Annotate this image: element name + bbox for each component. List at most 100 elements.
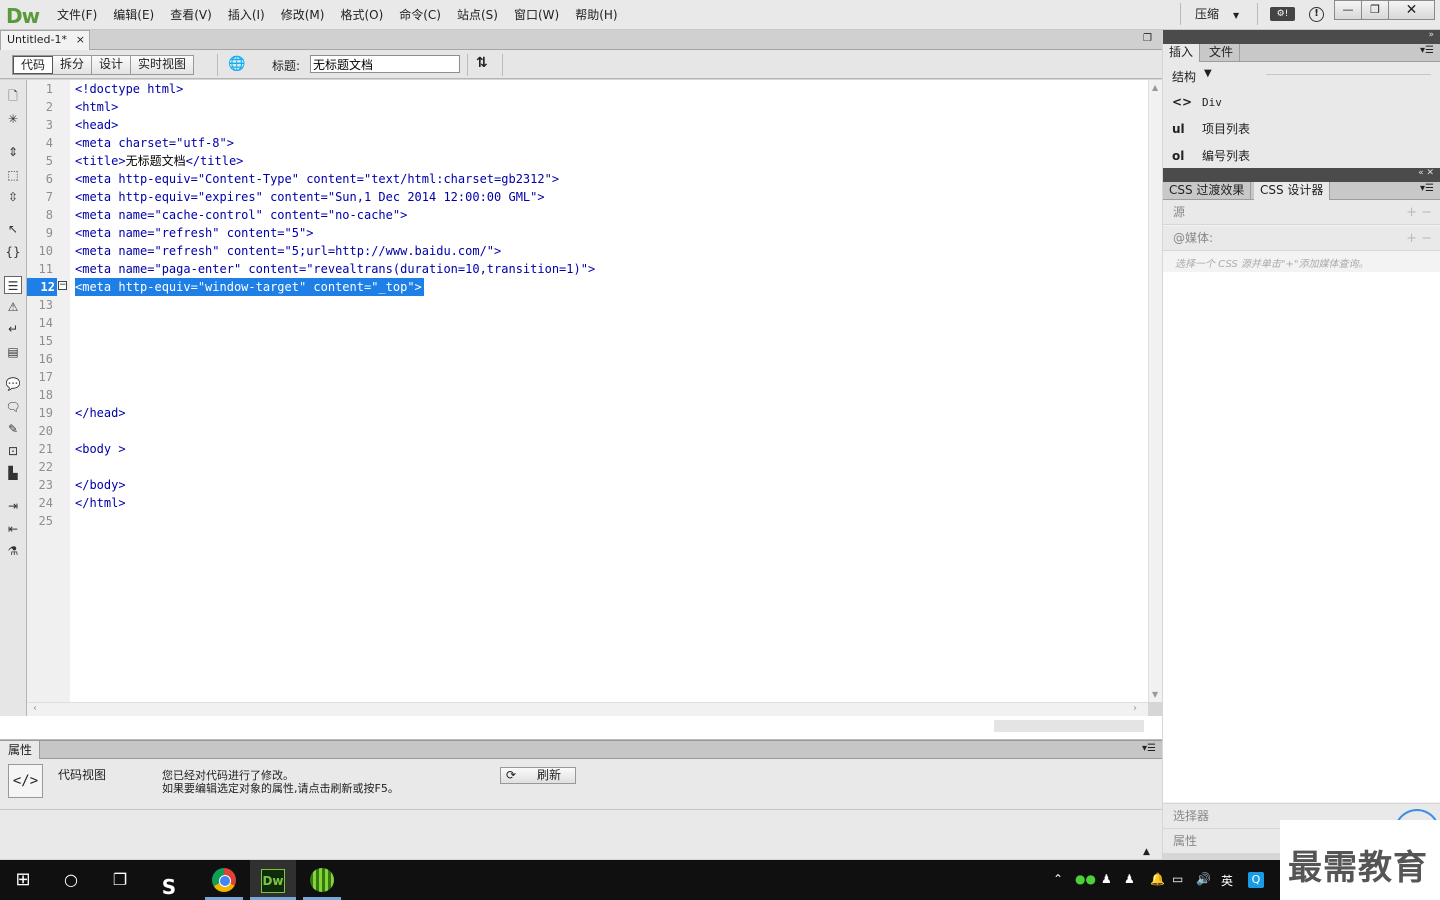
info-icon[interactable]: !: [1309, 7, 1324, 22]
code-line[interactable]: <title>无标题文档</title>: [75, 152, 243, 170]
search-icon[interactable]: ○: [48, 860, 94, 900]
globe-icon[interactable]: 🌐: [228, 56, 245, 72]
menu-edit[interactable]: 编辑(E): [105, 0, 162, 30]
line-numbers-icon[interactable]: ☰: [4, 276, 22, 294]
scrollbar-thumb[interactable]: [994, 720, 1144, 732]
code-line[interactable]: <html>: [75, 98, 118, 116]
gear-icon[interactable]: ⚙!: [1270, 7, 1295, 21]
code-line[interactable]: </html>: [75, 494, 126, 512]
remove-comment-icon[interactable]: 🗨: [4, 398, 22, 416]
collapse-icon[interactable]: »: [1428, 30, 1434, 40]
workspace-switcher[interactable]: 压缩 ▼: [1195, 0, 1239, 28]
tab-files[interactable]: 文件: [1203, 44, 1241, 62]
scroll-up-icon[interactable]: ▲: [1152, 83, 1158, 92]
chevron-down-icon[interactable]: ▼: [1204, 68, 1212, 79]
view-tab-split[interactable]: 拆分: [53, 56, 93, 74]
code-line[interactable]: <meta name="paga-enter" content="revealt…: [75, 260, 595, 278]
properties-tab[interactable]: 属性: [0, 741, 40, 759]
open-documents-icon[interactable]: 🗋: [4, 87, 22, 105]
close-button[interactable]: ✕: [1388, 0, 1435, 20]
highlight-invalid-code-icon[interactable]: ⚠: [4, 298, 22, 316]
panel-menu-icon[interactable]: ▾☰: [1420, 183, 1434, 194]
code-line[interactable]: </head>: [75, 404, 126, 422]
volume-icon[interactable]: 🔊: [1196, 872, 1211, 886]
tab-css-designer[interactable]: CSS 设计器: [1254, 182, 1331, 200]
code-line[interactable]: <meta name="refresh" content="5">: [75, 224, 313, 242]
app-icon[interactable]: S: [146, 860, 192, 900]
view-tab-design[interactable]: 设计: [92, 56, 132, 74]
menu-window[interactable]: 窗口(W): [506, 0, 567, 30]
menu-help[interactable]: 帮助(H): [567, 0, 625, 30]
tray-chevron-up-icon[interactable]: ⌃: [1053, 872, 1063, 886]
maximize-button[interactable]: ❐: [1361, 0, 1389, 20]
add-remove-icon[interactable]: + −: [1406, 200, 1432, 225]
close-tab-icon[interactable]: ×: [76, 31, 85, 49]
restore-icon[interactable]: ❐: [1143, 33, 1152, 44]
collapse-full-tag-icon[interactable]: ⇕: [4, 143, 22, 161]
qq-browser-icon[interactable]: Q: [1248, 872, 1264, 888]
code-line[interactable]: <body >: [75, 440, 126, 458]
code-line[interactable]: <!doctype html>: [75, 80, 183, 98]
recent-snippets-icon[interactable]: ⊡: [4, 442, 22, 460]
tab-css-transitions[interactable]: CSS 过渡效果: [1163, 182, 1252, 200]
insert-div[interactable]: <> Div: [1172, 92, 1222, 112]
document-tab[interactable]: Untitled-1* ×: [0, 30, 90, 50]
minimize-button[interactable]: —: [1334, 0, 1362, 20]
vertical-scrollbar[interactable]: ▲ ▼: [1148, 80, 1162, 702]
menu-file[interactable]: 文件(F): [49, 0, 105, 30]
tab-insert[interactable]: 插入: [1163, 44, 1201, 62]
format-source-icon[interactable]: ⚗: [4, 542, 22, 560]
view-tab-live[interactable]: 实时视图: [131, 56, 194, 74]
sort-icon[interactable]: ⇅: [476, 55, 488, 71]
code-line[interactable]: <meta http-equiv="expires" content="Sun,…: [75, 188, 545, 206]
css-media-row[interactable]: @媒体: + −: [1163, 226, 1440, 251]
scroll-right-icon[interactable]: ›: [1133, 703, 1137, 714]
menu-site[interactable]: 站点(S): [449, 0, 506, 30]
title-input[interactable]: [310, 55, 460, 73]
code-fold-icon[interactable]: −: [58, 281, 67, 290]
notification-icon[interactable]: 🔔: [1150, 872, 1165, 886]
horizontal-scrollbar[interactable]: ‹ ›: [27, 702, 1148, 716]
menu-view[interactable]: 查看(V): [162, 0, 220, 30]
code-line[interactable]: <meta http-equiv="Content-Type" content=…: [75, 170, 559, 188]
windows-start-icon[interactable]: ⊞: [0, 860, 46, 900]
insert-unordered-list[interactable]: ul 项目列表: [1172, 119, 1250, 139]
show-code-navigator-icon[interactable]: ✳: [4, 110, 22, 128]
wechat-icon[interactable]: ●●: [1075, 872, 1096, 886]
panel-menu-icon[interactable]: ▾☰: [1420, 45, 1434, 56]
code-line[interactable]: <meta http-equiv="window-target" content…: [75, 278, 424, 296]
move-css-icon[interactable]: ▙: [4, 464, 22, 482]
menu-modify[interactable]: 修改(M): [273, 0, 333, 30]
close-panel-icon[interactable]: « ✕: [1418, 168, 1434, 178]
apply-comment-icon[interactable]: 💬: [4, 375, 22, 393]
code-line[interactable]: </body>: [75, 476, 126, 494]
css-source-row[interactable]: 源 + −: [1163, 200, 1440, 225]
code-line[interactable]: <meta name="refresh" content="5;url=http…: [75, 242, 501, 260]
expand-all-icon[interactable]: ⇳: [4, 188, 22, 206]
insert-ordered-list[interactable]: ol 编号列表: [1172, 146, 1250, 166]
task-view-icon[interactable]: ❐: [97, 860, 143, 900]
code-line[interactable]: <meta name="cache-control" content="no-c…: [75, 206, 407, 224]
panel-menu-icon[interactable]: ▾☰: [1142, 743, 1156, 754]
syntax-coloring-icon[interactable]: ▤: [4, 343, 22, 361]
chrome-icon[interactable]: [201, 860, 247, 900]
select-parent-tag-icon[interactable]: ↖: [4, 220, 22, 238]
dreamweaver-taskbar-icon[interactable]: Dw: [250, 860, 296, 900]
add-remove-icon[interactable]: + −: [1406, 226, 1432, 251]
code-editor[interactable]: <!doctype html> <html> <head> <meta charset…: [70, 80, 1148, 702]
view-tab-code[interactable]: 代码: [13, 56, 54, 74]
scroll-left-icon[interactable]: ‹: [33, 703, 37, 714]
menu-commands[interactable]: 命令(C): [391, 0, 449, 30]
refresh-button[interactable]: ⟳ 刷新: [500, 767, 576, 784]
watermelon-app-icon[interactable]: [299, 860, 345, 900]
menu-insert[interactable]: 插入(I): [220, 0, 273, 30]
code-line[interactable]: <meta charset="utf-8">: [75, 134, 234, 152]
word-wrap-icon[interactable]: ↵: [4, 320, 22, 338]
network-icon[interactable]: ▭: [1172, 872, 1183, 886]
qq-icon-2[interactable]: ♟: [1124, 872, 1135, 886]
qq-icon[interactable]: ♟: [1101, 872, 1112, 886]
input-language[interactable]: 英: [1221, 872, 1233, 889]
outdent-code-icon[interactable]: ⇤: [4, 520, 22, 538]
indent-code-icon[interactable]: ⇥: [4, 497, 22, 515]
code-line[interactable]: <head>: [75, 116, 118, 134]
